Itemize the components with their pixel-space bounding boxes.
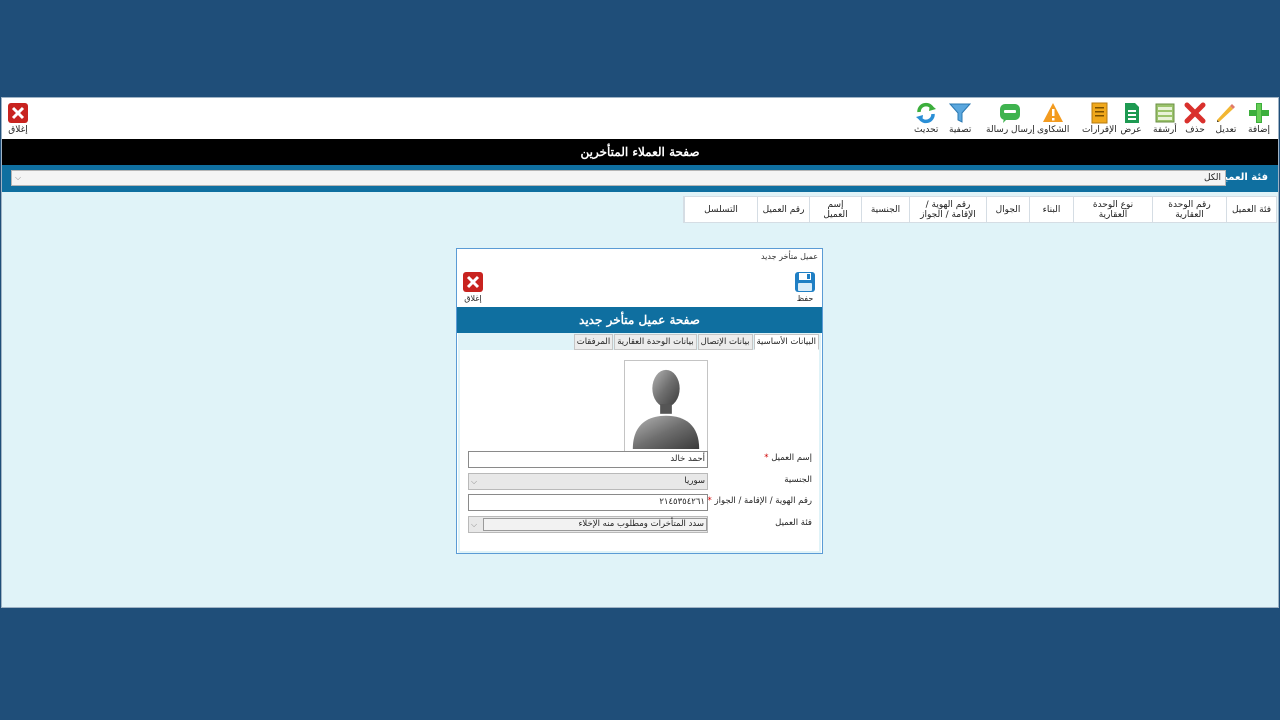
col-header-id-number[interactable]: رقم الهوية / الإقامة / الجواز: [909, 197, 986, 222]
close-icon: [463, 272, 483, 292]
client-category-select[interactable]: الكل ⌵: [11, 170, 1226, 186]
avatar-silhouette-icon: [632, 369, 700, 449]
save-button[interactable]: حفظ: [794, 271, 816, 304]
edit-button[interactable]: تعديل: [1215, 102, 1237, 138]
new-late-client-dialog: عميل متأخر جديد حفظ إغلاق صفحة عميل متأخ…: [456, 248, 823, 554]
col-header-mobile[interactable]: الجوال: [986, 197, 1029, 222]
close-label: إغلاق: [8, 125, 28, 135]
tab-attachments[interactable]: المرفقات: [573, 334, 614, 350]
chevron-down-icon: ⌵: [471, 477, 478, 486]
grid-header: التسلسل رقم العميل إسم العميل الجنسية رق…: [683, 196, 1277, 223]
client-photo[interactable]: [624, 360, 708, 452]
tab-contact-data[interactable]: بيانات الإتصال: [697, 334, 753, 350]
col-header-unit-type[interactable]: نوع الوحدة العقارية: [1073, 197, 1152, 222]
dialog-close-button[interactable]: إغلاق: [462, 271, 484, 304]
edit-label: تعديل: [1215, 125, 1237, 135]
refresh-label: تحديث: [914, 125, 939, 135]
client-category-filter-bar: فئة العميل الكل ⌵: [2, 165, 1278, 192]
col-header-unit-number[interactable]: رقم الوحدة العقارية: [1152, 197, 1226, 222]
filter-button[interactable]: تصفية: [949, 102, 971, 138]
nationality-label: الجنسية: [784, 475, 812, 485]
dialog-body: البيانات الأساسية بيانات الإتصال بيانات …: [458, 333, 821, 553]
complaints-label: الشكاوى: [1037, 125, 1070, 135]
document-icon: [1091, 102, 1108, 124]
archive-label: أرشفة: [1153, 125, 1177, 135]
nationality-value: سوريا: [684, 476, 705, 486]
client-name-label: إسم العميل *: [764, 453, 812, 463]
col-header-serial[interactable]: التسلسل: [684, 197, 757, 222]
sms-icon: [1000, 104, 1021, 123]
id-number-label: رقم الهوية / الإقامة / الجواز *: [707, 496, 812, 506]
warning-icon: [1043, 103, 1064, 122]
pencil-icon: [1217, 104, 1235, 122]
close-icon: [8, 103, 28, 123]
close-button[interactable]: إغلاق: [7, 102, 29, 138]
toolbar: إضافة تعديل حذف أرشفة عرض الإقرارات الشك…: [2, 98, 1278, 139]
client-category-field-select[interactable]: سدد المتأخرات ومطلوب منه الإخلاء ⌵: [468, 516, 708, 533]
red-x-icon: [1184, 102, 1206, 124]
floppy-disk-icon: [795, 272, 815, 292]
filter-label: تصفية: [949, 125, 972, 135]
col-header-client-name[interactable]: إسم العميل: [809, 197, 861, 222]
dialog-title-bar: صفحة عميل متأخر جديد: [457, 307, 822, 333]
view-label: عرض: [1120, 125, 1142, 135]
client-category-field-label: فئة العميل: [775, 518, 812, 528]
add-button[interactable]: إضافة: [1248, 102, 1270, 138]
tab-basic-data[interactable]: البيانات الأساسية: [753, 334, 819, 350]
complaints-button[interactable]: الشكاوى: [1037, 102, 1069, 138]
nationality-select[interactable]: سوريا ⌵: [468, 473, 708, 490]
client-name-input[interactable]: أحمد خالد: [468, 451, 708, 468]
archive-icon: [1155, 103, 1175, 123]
chevron-down-icon: ⌵: [15, 173, 22, 182]
refresh-button[interactable]: تحديث: [914, 102, 938, 138]
dialog-caption: عميل متأخر جديد: [760, 252, 818, 261]
funnel-icon: [949, 103, 972, 123]
plus-icon: [1249, 103, 1269, 123]
dialog-close-label: إغلاق: [464, 294, 482, 303]
archive-button[interactable]: أرشفة: [1153, 102, 1177, 138]
view-button[interactable]: عرض: [1120, 102, 1142, 138]
send-message-label: إرسال رسالة: [986, 125, 1035, 135]
refresh-icon: [916, 102, 937, 124]
tab-unit-data[interactable]: بيانات الوحدة العقارية: [614, 334, 697, 350]
col-header-nationality[interactable]: الجنسية: [861, 197, 909, 222]
reports-label: الإقرارات: [1082, 125, 1117, 135]
chevron-down-icon: ⌵: [471, 520, 478, 529]
col-header-building[interactable]: البناء: [1029, 197, 1073, 222]
add-label: إضافة: [1248, 125, 1271, 135]
page-title: صفحة العملاء المتأخرين: [580, 145, 700, 159]
reports-button[interactable]: الإقرارات: [1082, 102, 1117, 138]
client-category-field-value: سدد المتأخرات ومطلوب منه الإخلاء: [483, 518, 707, 531]
page-title-bar: صفحة العملاء المتأخرين: [2, 139, 1278, 165]
col-header-client-category[interactable]: فئة العميل: [1226, 197, 1276, 222]
id-number-input[interactable]: ٢١٤٥٣٥٤٢٦١: [468, 494, 708, 511]
delete-label: حذف: [1185, 125, 1205, 135]
col-header-client-number[interactable]: رقم العميل: [757, 197, 809, 222]
dialog-tabs: البيانات الأساسية بيانات الإتصال بيانات …: [573, 334, 819, 350]
save-label: حفظ: [796, 294, 814, 303]
delete-button[interactable]: حذف: [1184, 102, 1206, 138]
basic-data-panel: إسم العميل * أحمد خالد الجنسية سوريا ⌵ ر…: [460, 350, 819, 551]
client-category-value: الكل: [1203, 173, 1221, 183]
spreadsheet-icon: [1125, 103, 1139, 123]
send-message-button[interactable]: إرسال رسالة: [986, 102, 1035, 138]
dialog-title: صفحة عميل متأخر جديد: [579, 313, 700, 327]
